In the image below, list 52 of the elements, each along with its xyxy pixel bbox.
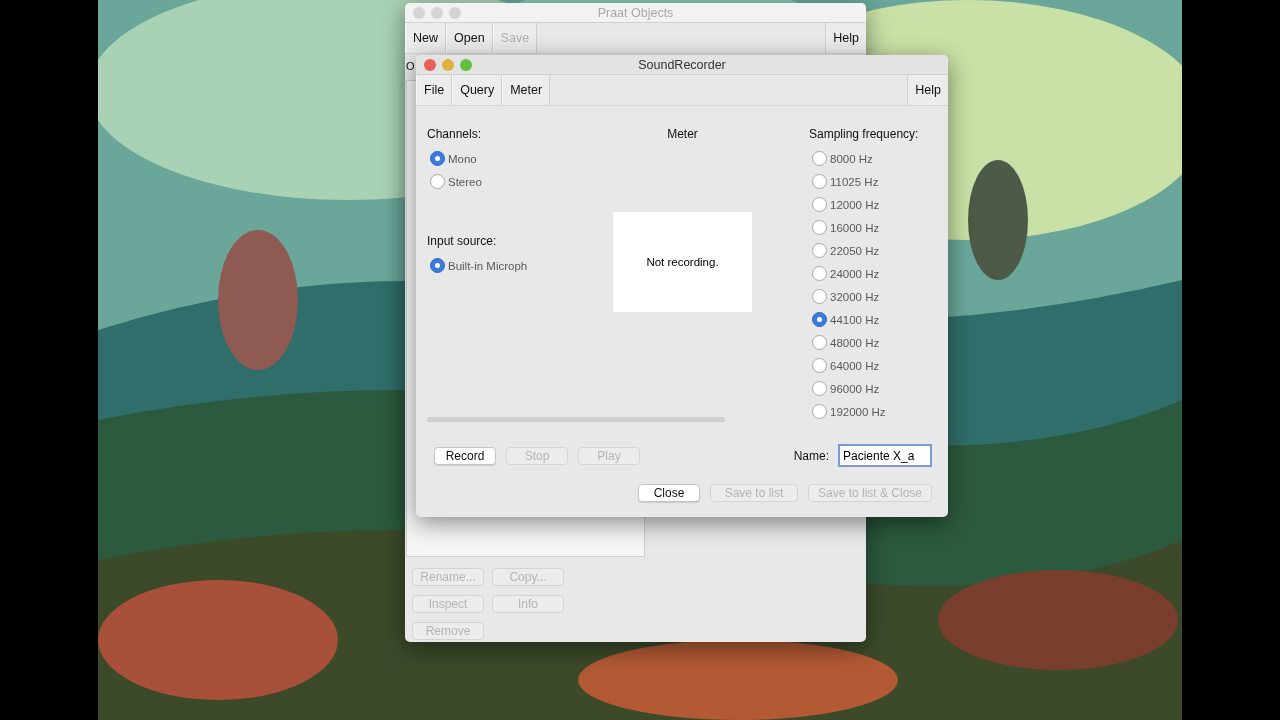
zoom-icon[interactable] [460,59,472,71]
menu-button[interactable]: File [416,75,453,105]
menu-button[interactable]: New [405,23,446,53]
meter-message: Not recording. [646,256,719,268]
radio-button[interactable] [812,335,827,350]
radio-button[interactable] [812,243,827,258]
radio-label[interactable]: Stereo [448,175,482,188]
menu-button[interactable]: Meter [502,75,551,105]
radio-label[interactable]: Built-in Microph [448,259,528,272]
radio-label[interactable]: 24000 Hz [830,267,880,280]
radio-label[interactable]: 96000 Hz [830,382,880,395]
section-label: Sampling frequency: [809,126,920,142]
radio-button[interactable] [812,266,827,281]
radio-label[interactable]: 48000 Hz [830,336,880,349]
window-title: Praat Objects [597,5,674,20]
radio-button[interactable] [812,151,827,166]
radio-label[interactable]: 64000 Hz [830,359,880,372]
radio-button[interactable] [430,151,445,166]
radio-label[interactable]: 32000 Hz [830,290,880,303]
radio-button[interactable] [812,197,827,212]
radio-button[interactable] [812,381,827,396]
radio-button[interactable] [812,174,827,189]
radio-button[interactable] [430,258,445,273]
radio-label[interactable]: 12000 Hz [830,198,880,211]
radio-label[interactable]: 192000 Hz [830,405,886,418]
name-field[interactable]: Paciente X_a [838,444,932,467]
section-label: Channels: [427,126,483,142]
minimize-icon[interactable] [442,59,454,71]
menu-button[interactable]: Open [446,23,493,53]
radio-button[interactable] [812,312,827,327]
list-label: O [406,60,415,73]
radio-button[interactable] [812,404,827,419]
radio-button[interactable] [812,289,827,304]
radio-label[interactable]: Mono [448,152,477,165]
radio-label[interactable]: 44100 Hz [830,313,880,326]
close-icon[interactable] [424,59,436,71]
menu-button[interactable]: Help [907,75,948,105]
section-label: Meter [666,126,699,142]
menu-button[interactable]: Help [825,23,866,53]
window-title: SoundRecorder [638,57,726,72]
radio-label[interactable]: 22050 Hz [830,244,880,257]
radio-button[interactable] [430,174,445,189]
radio-label[interactable]: 16000 Hz [830,221,880,234]
radio-button[interactable] [812,220,827,235]
field-label: Name: [793,448,829,463]
push-button[interactable]: Close [638,484,700,502]
radio-button[interactable] [812,358,827,373]
radio-label[interactable]: 11025 Hz [830,175,879,188]
section-label: Input source: [427,233,498,249]
menu-button[interactable]: Query [452,75,503,105]
radio-label[interactable]: 8000 Hz [830,152,873,165]
push-button[interactable]: Record [434,446,496,465]
